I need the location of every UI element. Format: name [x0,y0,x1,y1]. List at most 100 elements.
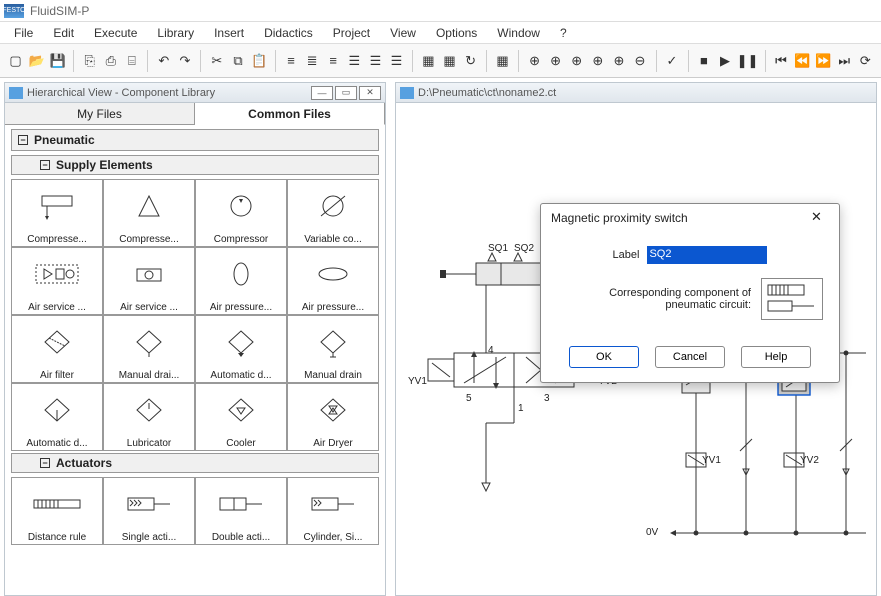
copy-icon[interactable]: ⧉ [228,50,247,72]
align-left-icon[interactable]: ≡ [281,50,300,72]
library-logo-icon [9,87,23,99]
library-tabs: My Files Common Files [5,103,385,125]
label-0v: 0V [646,527,658,538]
properties-icon[interactable]: ⌸ [122,50,141,72]
align-center-icon[interactable]: ≣ [303,50,322,72]
cut-icon[interactable]: ✂ [207,50,226,72]
print-preview-icon[interactable]: ⎘ [80,50,99,72]
paste-icon[interactable]: 📋 [250,50,269,72]
maximize-icon[interactable]: ▭ [335,86,357,100]
document-window-header[interactable]: D:\Pneumatic\ct\noname2.ct [396,83,876,103]
component-double-acting[interactable]: Double acti... [195,477,287,545]
menu-edit[interactable]: Edit [45,24,82,42]
label-port1: 1 [518,403,524,414]
collapse-icon[interactable]: − [18,135,28,145]
close-icon[interactable]: ✕ [359,86,381,100]
pause-icon[interactable]: ❚❚ [737,50,759,72]
menu-view[interactable]: View [382,24,424,42]
save-icon[interactable]: 💾 [48,50,67,72]
component-single-acting[interactable]: Single acti... [103,477,195,545]
align-middle-icon[interactable]: ☰ [366,50,385,72]
label-input[interactable] [647,246,767,264]
component-air-filter[interactable]: Air filter [11,315,103,383]
tab-common-files[interactable]: Common Files [195,103,385,125]
step-back-icon[interactable]: ⏪ [793,50,812,72]
step-fwd-icon[interactable]: ⏩ [814,50,833,72]
zoom-window-icon[interactable]: ⊕ [567,50,586,72]
library-window-header[interactable]: Hierarchical View - Component Library — … [5,83,385,103]
redo-icon[interactable]: ↷ [175,50,194,72]
group-icon[interactable]: ▦ [419,50,438,72]
ungroup-icon[interactable]: ▦ [440,50,459,72]
menu-window[interactable]: Window [489,24,548,42]
category-pneumatic[interactable]: − Pneumatic [11,129,379,151]
dialog-title: Magnetic proximity switch [551,211,688,225]
close-icon[interactable]: ✕ [811,209,829,227]
ok-button[interactable]: OK [569,346,639,368]
document-title: D:\Pneumatic\ct\noname2.ct [418,87,556,99]
zoom-in-icon[interactable]: ⊕ [609,50,628,72]
open-icon[interactable]: 📂 [27,50,46,72]
component-cylinder-single[interactable]: Cylinder, Si... [287,477,379,545]
menu-bar: File Edit Execute Library Insert Didacti… [0,22,881,44]
label-yv2-elec: YV2 [800,455,819,466]
zoom-prev-icon[interactable]: ⊕ [588,50,607,72]
menu-library[interactable]: Library [149,24,202,42]
play-icon[interactable]: ▶ [715,50,734,72]
grid-icon[interactable]: ▦ [493,50,512,72]
component-air-service-1[interactable]: Air service ... [11,247,103,315]
cancel-button[interactable]: Cancel [655,346,725,368]
print-icon[interactable]: ⎙ [101,50,120,72]
align-top-icon[interactable]: ☰ [345,50,364,72]
subcategory-label: Actuators [56,456,112,470]
subcategory-supply-elements[interactable]: − Supply Elements [11,155,379,175]
label-sq2: SQ2 [514,243,534,254]
new-icon[interactable]: ▢ [6,50,25,72]
collapse-icon[interactable]: − [40,160,50,170]
component-lubricator[interactable]: Lubricator [103,383,195,451]
help-button[interactable]: Help [741,346,811,368]
check-icon[interactable]: ✓ [662,50,681,72]
zoom-out-icon[interactable]: ⊖ [630,50,649,72]
component-air-service-2[interactable]: Air service ... [103,247,195,315]
menu-options[interactable]: Options [428,24,485,42]
component-compressed-air-2[interactable]: Compresse... [103,179,195,247]
stop-icon[interactable]: ■ [694,50,713,72]
skip-start-icon[interactable]: ⏮ [771,50,790,72]
subcategory-label: Supply Elements [56,158,153,172]
menu-execute[interactable]: Execute [86,24,145,42]
align-right-icon[interactable]: ≡ [324,50,343,72]
subcategory-actuators[interactable]: − Actuators [11,453,379,473]
menu-didactics[interactable]: Didactics [256,24,321,42]
minimize-icon[interactable]: — [311,86,333,100]
component-air-dryer[interactable]: Air Dryer [287,383,379,451]
component-compressed-air[interactable]: Compresse... [11,179,103,247]
align-bottom-icon[interactable]: ☰ [387,50,406,72]
zoom-100-icon[interactable]: ⊕ [546,50,565,72]
component-automatic-drain-1[interactable]: Automatic d... [195,315,287,383]
component-air-pressure-1[interactable]: Air pressure... [195,247,287,315]
component-variable-compressor[interactable]: Variable co... [287,179,379,247]
label-field-label: Label [613,249,640,261]
component-cooler[interactable]: Cooler [195,383,287,451]
skip-end-icon[interactable]: ⏭ [835,50,854,72]
menu-help[interactable]: ? [552,24,575,42]
collapse-icon[interactable]: − [40,458,50,468]
component-air-pressure-2[interactable]: Air pressure... [287,247,379,315]
component-automatic-drain-2[interactable]: Automatic d... [11,383,103,451]
component-distance-rule[interactable]: Distance rule [11,477,103,545]
document-logo-icon [400,87,414,99]
component-manual-drain-2[interactable]: Manual drain [287,315,379,383]
label-sq1: SQ1 [488,243,508,254]
dialog-titlebar[interactable]: Magnetic proximity switch ✕ [541,204,839,232]
menu-file[interactable]: File [6,24,41,42]
undo-icon[interactable]: ↶ [154,50,173,72]
zoom-fit-icon[interactable]: ⊕ [525,50,544,72]
menu-insert[interactable]: Insert [206,24,252,42]
component-manual-drain-1[interactable]: Manual drai... [103,315,195,383]
component-compressor[interactable]: Compressor [195,179,287,247]
tab-my-files[interactable]: My Files [5,103,195,124]
loop-icon[interactable]: ⟳ [856,50,875,72]
menu-project[interactable]: Project [325,24,378,42]
rotate-icon[interactable]: ↻ [461,50,480,72]
